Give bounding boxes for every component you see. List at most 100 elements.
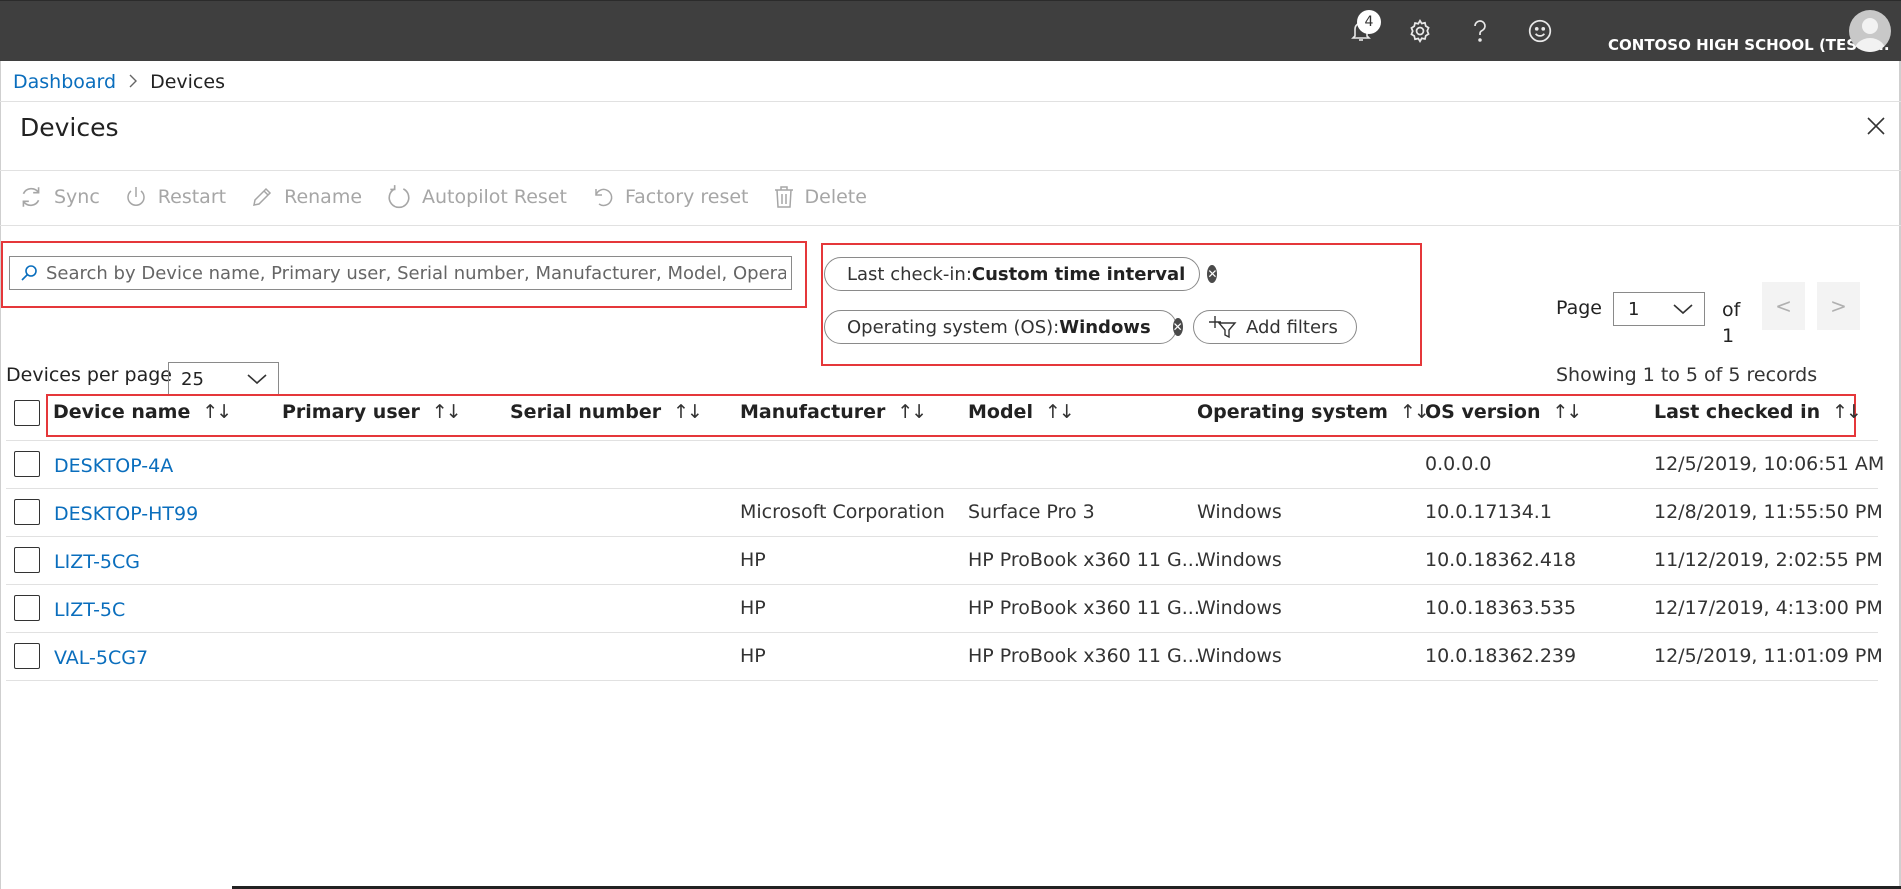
sort-icon[interactable]: ↑↓ (1045, 401, 1075, 423)
power-icon (127, 187, 145, 206)
remove-filter-icon[interactable]: ✕ (1207, 265, 1218, 283)
autopilot-reset-button[interactable]: Autopilot Reset (386, 184, 567, 210)
os-version-cell: 10.0.18363.535 (1425, 597, 1577, 619)
sync-label: Sync (54, 186, 100, 208)
table-row[interactable]: DESKTOP-4A 0.0.0.0 12/5/2019, 10:06:51 A… (6, 441, 1884, 489)
column-header-manufacturer[interactable]: Manufacturer ↑↓ (740, 401, 927, 423)
row-checkbox[interactable] (14, 595, 40, 621)
sort-icon[interactable]: ↑↓ (1553, 401, 1583, 423)
remove-filter-icon[interactable]: ✕ (1172, 318, 1183, 336)
os-cell: Windows (1197, 597, 1282, 619)
sort-icon[interactable]: ↑↓ (897, 401, 927, 423)
column-header-primary-user[interactable]: Primary user ↑↓ (282, 401, 462, 423)
row-checkbox[interactable] (14, 547, 40, 573)
manufacturer-cell: HP (740, 645, 766, 667)
manufacturer-cell: HP (740, 597, 766, 619)
add-filters-button[interactable]: Add filters (1193, 310, 1357, 344)
device-name-link[interactable]: DESKTOP-HT99 (54, 503, 198, 525)
chevron-down-icon (1673, 304, 1693, 315)
gear-icon[interactable] (1402, 13, 1438, 49)
column-header-os-version[interactable]: OS version ↑↓ (1425, 401, 1583, 423)
table-row[interactable]: VAL-5CG7 HP HP ProBook x360 11 G... Wind… (6, 633, 1883, 681)
page-select-value: 1 (1628, 298, 1640, 320)
os-version-cell: 0.0.0.0 (1425, 453, 1492, 475)
device-name-link[interactable]: DESKTOP-4A (54, 455, 173, 477)
breadcrumb-dashboard-link[interactable]: Dashboard (13, 71, 116, 93)
column-header-serial-number[interactable]: Serial number ↑↓ (510, 401, 703, 423)
delete-label: Delete (804, 186, 867, 208)
page-title: Devices (20, 113, 119, 142)
trash-icon (774, 186, 793, 208)
help-icon[interactable] (1462, 13, 1498, 49)
model-cell: Surface Pro 3 (968, 501, 1095, 523)
search-input[interactable] (46, 262, 786, 284)
restart-button[interactable]: Restart (124, 184, 226, 210)
os-version-cell: 10.0.18362.418 (1425, 549, 1577, 571)
reset-icon (388, 185, 410, 209)
row-checkbox[interactable] (14, 643, 40, 669)
tenant-name[interactable]: CONTOSO HIGH SCHOOL (TEST ... (1608, 36, 1890, 54)
column-header-last-checked-in[interactable]: Last checked in ↑↓ (1654, 401, 1862, 423)
filter-label: Last check-in: (847, 263, 972, 285)
sort-icon[interactable]: ↑↓ (1832, 401, 1862, 423)
filter-pill-last-checkin[interactable]: Last check-in: Custom time interval ✕ (824, 257, 1218, 291)
divider (0, 101, 1901, 102)
factory-reset-label: Factory reset (624, 186, 749, 208)
os-version-cell: 10.0.18362.239 (1425, 645, 1577, 667)
breadcrumb-current: Devices (150, 71, 225, 93)
sort-icon[interactable]: ↑↓ (432, 401, 462, 423)
top-bar: 4 CONTOSO HIGH SCHOOL (TEST ... (0, 0, 1901, 61)
factory-reset-button[interactable]: Factory reset (591, 185, 749, 209)
smiley-icon[interactable] (1522, 13, 1558, 49)
table-row[interactable]: LIZT-5CG HP HP ProBook x360 11 G... Wind… (6, 537, 1883, 585)
device-name-link[interactable]: LIZT-5C (54, 599, 125, 621)
next-page-button[interactable]: > (1817, 282, 1860, 330)
chevron-right-icon (128, 73, 138, 92)
filter-pill-os[interactable]: Operating system (OS): Windows ✕ (824, 310, 1183, 344)
column-label: Primary user (282, 401, 420, 423)
notification-count-badge: 4 (1357, 10, 1381, 34)
search-box[interactable] (9, 256, 792, 290)
rename-button[interactable]: Rename (250, 185, 362, 209)
column-label: Last checked in (1654, 401, 1821, 423)
devices-per-page-label: Devices per page (6, 364, 172, 386)
device-name-link[interactable]: LIZT-5CG (54, 551, 140, 573)
total-pages: 1 (1722, 325, 1735, 347)
close-icon[interactable] (1864, 114, 1892, 142)
select-all-checkbox[interactable] (14, 400, 40, 426)
row-checkbox[interactable] (14, 499, 40, 525)
page-select[interactable]: 1 (1613, 292, 1705, 326)
page-total: of 1 (1722, 297, 1740, 349)
sync-button[interactable]: Sync (18, 184, 100, 210)
manufacturer-cell: HP (740, 549, 766, 571)
divider (0, 170, 1901, 171)
delete-button[interactable]: Delete (773, 184, 867, 210)
row-checkbox[interactable] (14, 451, 40, 477)
column-header-operating-system[interactable]: Operating system ↑↓ (1197, 401, 1430, 423)
of-label: of (1722, 299, 1741, 321)
column-header-model[interactable]: Model ↑↓ (968, 401, 1075, 423)
add-filter-icon (1209, 316, 1237, 339)
manufacturer-cell: Microsoft Corporation (740, 501, 945, 523)
restart-label: Restart (157, 186, 227, 208)
breadcrumb: Dashboard Devices (13, 71, 225, 93)
sort-icon[interactable]: ↑↓ (202, 401, 232, 423)
undo-icon (595, 188, 613, 207)
sort-icon[interactable]: ↑↓ (673, 401, 703, 423)
column-header-device-name[interactable]: Device name ↑↓ (53, 401, 232, 423)
filter-value: Custom time interval (971, 263, 1186, 285)
devices-per-page-select[interactable]: 25 (168, 362, 279, 396)
device-name-link[interactable]: VAL-5CG7 (54, 647, 148, 669)
os-version-cell: 10.0.17134.1 (1425, 501, 1552, 523)
sync-icon (22, 187, 40, 207)
column-label: Model (968, 401, 1033, 423)
records-count: Showing 1 to 5 of 5 records (1556, 364, 1818, 386)
table-row[interactable]: DESKTOP-HT99 Microsoft Corporation Surfa… (6, 489, 1883, 537)
rename-label: Rename (284, 186, 363, 208)
table-row[interactable]: LIZT-5C HP HP ProBook x360 11 G... Windo… (6, 585, 1883, 633)
os-cell: Windows (1197, 501, 1282, 523)
add-filters-label: Add filters (1246, 316, 1338, 338)
sort-icon[interactable]: ↑↓ (1400, 401, 1430, 423)
prev-page-button[interactable]: < (1762, 282, 1805, 330)
avatar[interactable] (1849, 10, 1891, 52)
